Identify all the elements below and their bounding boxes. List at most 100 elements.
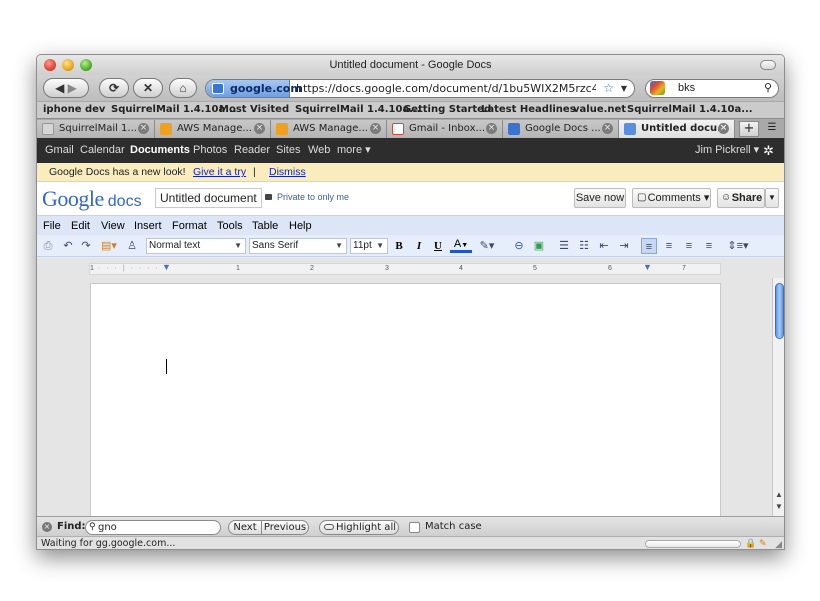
match-case-checkbox[interactable] bbox=[409, 522, 420, 533]
new-tab-button[interactable]: + bbox=[739, 121, 759, 137]
align-left-icon[interactable]: ≡ bbox=[641, 238, 657, 254]
url-bar[interactable]: google.com https://docs.google.com/docum… bbox=[205, 79, 635, 98]
bookmark-star-icon[interactable]: ☆ bbox=[603, 80, 614, 97]
tab-aws-1[interactable]: AWS Manage... × bbox=[155, 120, 271, 138]
print-icon[interactable]: ⎙ bbox=[41, 238, 55, 254]
bookmark-item[interactable]: SquirrelMail 1.4.10a... bbox=[627, 102, 753, 118]
line-spacing-icon[interactable]: ⇕≡▾ bbox=[727, 238, 749, 254]
gbar-link-web[interactable]: Web bbox=[308, 138, 330, 163]
spellcheck-icon[interactable]: ♙ bbox=[125, 238, 139, 254]
scroll-up-icon[interactable]: ▲ bbox=[775, 490, 783, 499]
gbar-link-documents[interactable]: Documents bbox=[130, 138, 190, 163]
url-dropdown-icon[interactable]: ▼ bbox=[621, 80, 627, 97]
forward-arrow-icon[interactable]: ▶ bbox=[68, 81, 77, 95]
save-now-button[interactable]: Save now bbox=[574, 188, 626, 208]
highlight-all-button[interactable]: Highlight all bbox=[319, 520, 399, 535]
bookmark-item[interactable]: iphone dev bbox=[43, 102, 105, 118]
gbar-link-calendar[interactable]: Calendar bbox=[80, 138, 125, 163]
find-next-button[interactable]: Next bbox=[228, 520, 262, 535]
menu-file[interactable]: File bbox=[43, 216, 61, 236]
menu-tools[interactable]: Tools bbox=[217, 216, 243, 236]
search-box[interactable]: bks ⚲ bbox=[645, 79, 779, 98]
menu-table[interactable]: Table bbox=[252, 216, 278, 236]
paragraph-style-select[interactable]: Normal text ▼ bbox=[146, 238, 246, 254]
find-previous-button[interactable]: Previous bbox=[261, 520, 309, 535]
lock-icon[interactable]: 🔒 bbox=[745, 537, 756, 549]
comments-button[interactable]: ▢ Comments ▾ bbox=[632, 188, 711, 208]
text-color-button[interactable]: A▼ bbox=[450, 238, 472, 253]
close-tab-icon[interactable]: × bbox=[254, 123, 265, 134]
tab-untitled-document[interactable]: Untitled docu... × bbox=[619, 120, 735, 138]
font-size-select[interactable]: 11pt ▼ bbox=[350, 238, 388, 254]
bulleted-list-icon[interactable]: ☷ bbox=[577, 238, 591, 254]
close-tab-icon[interactable]: × bbox=[138, 123, 149, 134]
indent-marker-icon[interactable]: ▼ bbox=[162, 262, 171, 272]
link-icon[interactable]: ⊖ bbox=[512, 238, 526, 254]
vertical-scrollbar[interactable]: ▲ ▼ bbox=[772, 278, 784, 516]
back-forward-buttons[interactable]: ◀ ▶ bbox=[43, 78, 89, 98]
menu-help[interactable]: Help bbox=[289, 216, 312, 236]
stop-button[interactable]: ✕ bbox=[133, 78, 163, 98]
tab-google-docs[interactable]: Google Docs ... × bbox=[503, 120, 619, 138]
search-input[interactable]: bks bbox=[678, 80, 695, 97]
menu-view[interactable]: View bbox=[101, 216, 125, 236]
back-arrow-icon[interactable]: ◀ bbox=[55, 81, 64, 95]
dismiss-link[interactable]: Dismiss bbox=[269, 163, 306, 182]
bold-button[interactable]: B bbox=[392, 238, 406, 254]
home-button[interactable]: ⌂ bbox=[169, 78, 197, 98]
site-identity-button[interactable]: google.com bbox=[206, 80, 302, 97]
close-window-button[interactable] bbox=[44, 59, 56, 71]
share-button[interactable]: ☺ Share bbox=[717, 188, 765, 208]
scrollbar-thumb[interactable] bbox=[775, 283, 784, 339]
tab-aws-2[interactable]: AWS Manage... × bbox=[271, 120, 387, 138]
user-account-menu[interactable]: Jim Pickrell ▾ bbox=[695, 138, 759, 163]
font-family-select[interactable]: Sans Serif ▼ bbox=[249, 238, 347, 254]
search-magnifier-icon[interactable]: ⚲ bbox=[764, 80, 772, 97]
toolbar-toggle-button[interactable] bbox=[760, 60, 776, 70]
paint-format-icon[interactable]: ▤▾ bbox=[99, 238, 119, 254]
undo-icon[interactable]: ↶ bbox=[61, 238, 75, 254]
bookmark-item[interactable]: value.net bbox=[573, 102, 626, 118]
zoom-window-button[interactable] bbox=[80, 59, 92, 71]
gbar-link-photos[interactable]: Photos bbox=[193, 138, 227, 163]
google-docs-logo[interactable]: Google docs bbox=[42, 187, 142, 214]
bookmark-item[interactable]: Getting Started bbox=[403, 102, 491, 118]
resize-grip-icon[interactable]: ◢ bbox=[775, 538, 782, 549]
document-title[interactable]: Untitled document bbox=[155, 188, 262, 208]
tab-squirrelmail[interactable]: SquirrelMail 1... × bbox=[37, 120, 155, 138]
addon-icon[interactable]: ✎ bbox=[759, 537, 767, 549]
gbar-link-sites[interactable]: Sites bbox=[276, 138, 300, 163]
document-page[interactable] bbox=[90, 283, 721, 523]
highlight-color-icon[interactable]: ✎▾ bbox=[477, 238, 497, 254]
tab-gmail[interactable]: Gmail - Inbox... × bbox=[387, 120, 503, 138]
close-tab-icon[interactable]: × bbox=[370, 123, 381, 134]
close-tab-icon[interactable]: × bbox=[718, 123, 729, 134]
scroll-down-icon[interactable]: ▼ bbox=[775, 502, 783, 511]
image-icon[interactable]: ▣ bbox=[532, 238, 546, 254]
numbered-list-icon[interactable]: ☰ bbox=[557, 238, 571, 254]
close-tab-icon[interactable]: × bbox=[602, 123, 613, 134]
gear-icon[interactable]: ✲ bbox=[763, 138, 774, 163]
underline-button[interactable]: U bbox=[431, 238, 445, 254]
search-engine-icon[interactable] bbox=[650, 81, 665, 95]
bookmark-item[interactable]: Latest Headlines bbox=[481, 102, 576, 118]
url-text[interactable]: https://docs.google.com/document/d/1bu5W… bbox=[296, 80, 596, 97]
close-tab-icon[interactable]: × bbox=[486, 123, 497, 134]
redo-icon[interactable]: ↷ bbox=[79, 238, 93, 254]
align-right-icon[interactable]: ≡ bbox=[682, 238, 696, 254]
align-center-icon[interactable]: ≡ bbox=[662, 238, 676, 254]
decrease-indent-icon[interactable]: ⇤ bbox=[597, 238, 611, 254]
give-it-a-try-link[interactable]: Give it a try bbox=[193, 163, 246, 182]
gbar-link-gmail[interactable]: Gmail bbox=[45, 138, 74, 163]
right-indent-marker-icon[interactable]: ▼ bbox=[643, 262, 652, 272]
increase-indent-icon[interactable]: ⇥ bbox=[617, 238, 631, 254]
gbar-link-reader[interactable]: Reader bbox=[234, 138, 270, 163]
menu-insert[interactable]: Insert bbox=[134, 216, 162, 236]
align-justify-icon[interactable]: ≡ bbox=[702, 238, 716, 254]
menu-format[interactable]: Format bbox=[172, 216, 207, 236]
bookmark-item[interactable]: SquirrelMail 1.4.10a... bbox=[111, 102, 237, 118]
find-input[interactable]: ⚲ gno bbox=[85, 520, 221, 535]
bookmark-item[interactable]: Most Visited bbox=[219, 102, 289, 118]
reload-button[interactable]: ⟳ bbox=[99, 78, 129, 98]
ruler-scale[interactable]: 1 · · · | · · · · ▼ 1 2 3 4 5 6 ▼ 7 bbox=[89, 262, 721, 275]
